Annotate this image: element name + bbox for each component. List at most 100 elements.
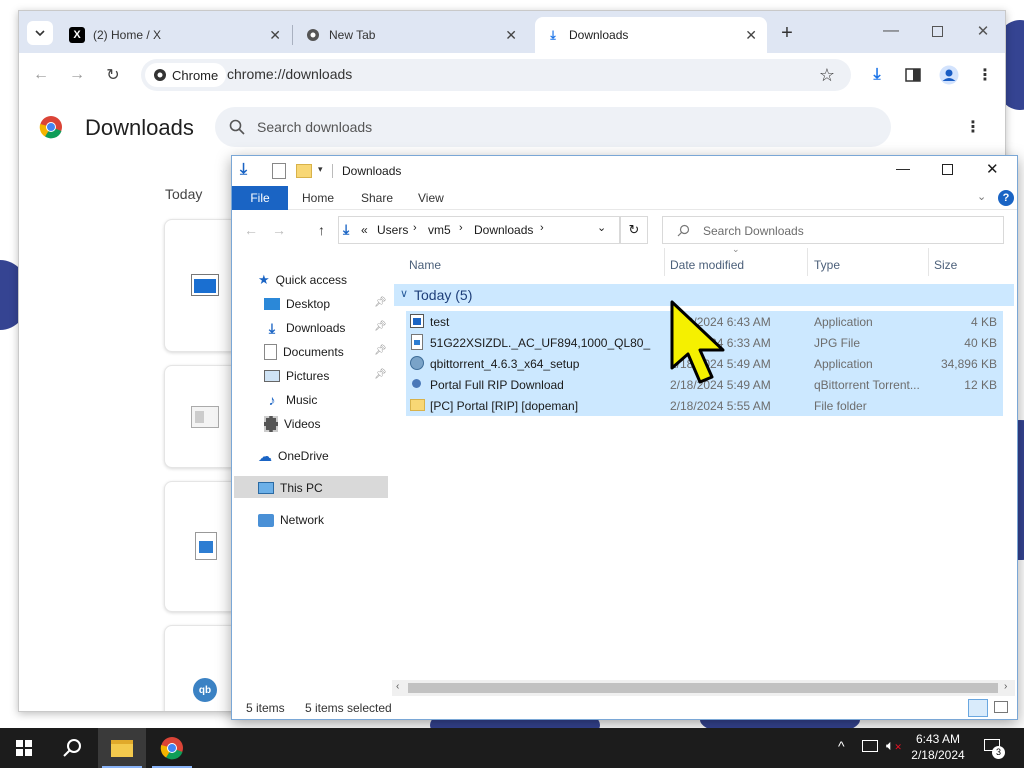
downloads-search-input[interactable]: Search downloads: [215, 107, 891, 147]
address-bar[interactable]: ⤓ « Users › vm5 › Downloads › ⌄: [338, 216, 620, 244]
profile-avatar-icon[interactable]: [937, 63, 961, 87]
ribbon-tab-share[interactable]: Share: [361, 186, 393, 210]
date-group-label: Today: [165, 186, 203, 202]
column-header-name[interactable]: Name: [409, 258, 441, 272]
tab-title: (2) Home / X: [93, 28, 162, 42]
windows-logo-icon: [16, 740, 32, 756]
tab-search-button[interactable]: [27, 21, 53, 45]
nav-item-desktop[interactable]: Desktop: [264, 293, 330, 315]
column-header-date[interactable]: Date modified: [670, 258, 744, 272]
taskbar-file-explorer[interactable]: [98, 728, 146, 768]
nav-quick-access[interactable]: ★ Quick access: [258, 269, 347, 291]
omnibox[interactable]: Chrome chrome://downloads ☆: [141, 59, 851, 91]
scrollbar-thumb[interactable]: [408, 683, 998, 693]
maximize-button[interactable]: [942, 164, 953, 175]
close-tab-icon[interactable]: ✕: [505, 27, 517, 44]
breadcrumb-vm5[interactable]: vm5: [428, 223, 451, 237]
side-panel-icon[interactable]: [901, 63, 925, 87]
clock-time: 6:43 AM: [915, 732, 961, 746]
maximize-button[interactable]: [925, 19, 949, 43]
up-button[interactable]: ↑: [318, 222, 325, 238]
nav-this-pc[interactable]: This PC: [258, 477, 323, 499]
network-status-icon[interactable]: [862, 740, 878, 752]
new-tab-button[interactable]: +: [775, 21, 799, 45]
ribbon-tab-view[interactable]: View: [418, 186, 444, 210]
nav-network[interactable]: Network: [258, 509, 324, 531]
chrome-logo-icon: [160, 737, 183, 760]
close-window-button[interactable]: ✕: [971, 19, 995, 43]
nav-label: Music: [286, 393, 318, 407]
horizontal-scrollbar[interactable]: ‹ ›: [392, 680, 1015, 696]
chrome-toolbar: ← → ↻ Chrome chrome://downloads ☆ ⤓ ⋮: [19, 53, 1005, 97]
bookmark-star-icon[interactable]: ☆: [815, 63, 839, 87]
details-view-button[interactable]: [968, 699, 988, 717]
tab-downloads[interactable]: ⤓ Downloads ✕: [535, 17, 767, 53]
tab-title: Downloads: [569, 28, 629, 42]
search-button[interactable]: [48, 728, 96, 768]
expand-ribbon-icon[interactable]: ⌄: [977, 190, 986, 203]
scroll-right-icon[interactable]: ›: [1004, 681, 1007, 692]
address-history-dropdown[interactable]: ⌄: [597, 221, 606, 234]
tab-strip: X (2) Home / X ✕ New Tab ✕ ⤓ Downloads ✕…: [19, 11, 1005, 53]
downloads-toolbar-icon[interactable]: ⤓: [865, 63, 889, 87]
nav-label: Pictures: [286, 369, 330, 383]
breadcrumb-overflow[interactable]: «: [361, 223, 368, 237]
close-window-button[interactable]: ✕: [986, 160, 999, 178]
nav-label: This PC: [280, 481, 323, 495]
file-name: Portal Full RIP Download: [430, 378, 564, 392]
nav-item-music[interactable]: ♪ Music: [264, 389, 318, 411]
properties-icon[interactable]: [272, 163, 286, 179]
nav-item-pictures[interactable]: Pictures: [264, 365, 329, 387]
site-chip[interactable]: Chrome: [145, 63, 227, 87]
group-label: Today (5): [414, 287, 473, 303]
clock-date: 2/18/2024: [911, 748, 965, 762]
downloads-more-icon[interactable]: ⋮: [961, 115, 985, 139]
taskbar-chrome[interactable]: [148, 728, 196, 768]
start-button[interactable]: [0, 728, 48, 768]
large-icons-view-button[interactable]: [994, 701, 1008, 713]
tab-new-tab[interactable]: New Tab ✕: [295, 17, 527, 53]
breadcrumb-downloads[interactable]: Downloads: [474, 223, 533, 237]
chevron-down-icon: [35, 30, 45, 37]
music-icon: ♪: [268, 392, 276, 408]
ribbon-tab-file[interactable]: File: [232, 186, 288, 210]
close-tab-icon[interactable]: ✕: [745, 27, 757, 44]
minimize-button[interactable]: —: [879, 19, 903, 43]
breadcrumb-users[interactable]: Users: [377, 223, 408, 237]
torrent-file-icon: [412, 379, 421, 388]
notification-center-button[interactable]: 3: [982, 736, 1006, 759]
nav-item-videos[interactable]: Videos: [264, 413, 320, 435]
reload-button[interactable]: ↻: [101, 63, 125, 87]
clock[interactable]: 6:43 AM 2/18/2024: [908, 731, 968, 763]
show-hidden-icons-button[interactable]: ^: [838, 738, 845, 754]
tab-x-home[interactable]: X (2) Home / X ✕: [59, 17, 291, 53]
qbittorrent-icon: qb: [193, 678, 217, 702]
close-tab-icon[interactable]: ✕: [269, 27, 281, 44]
scroll-left-icon[interactable]: ‹: [396, 681, 399, 692]
nav-onedrive[interactable]: ☁ OneDrive: [258, 445, 329, 467]
help-icon[interactable]: ?: [998, 190, 1014, 206]
back-button[interactable]: ←: [29, 63, 53, 87]
url-text: chrome://downloads: [227, 66, 353, 82]
qat-dropdown-icon[interactable]: ▾: [318, 164, 323, 175]
back-button[interactable]: ←: [244, 222, 258, 238]
search-icon: [229, 119, 245, 135]
explorer-search-input[interactable]: Search Downloads: [662, 216, 1004, 244]
refresh-button[interactable]: ↻: [620, 216, 648, 244]
volume-muted-icon[interactable]: 🔈︎✕: [886, 737, 902, 754]
chrome-menu-icon[interactable]: ⋮: [973, 63, 997, 87]
nav-item-documents[interactable]: Documents: [264, 341, 344, 363]
page-title: Downloads: [85, 115, 194, 140]
notification-badge: 3: [992, 746, 1005, 759]
column-header-type[interactable]: Type: [814, 258, 840, 272]
file-type: Application: [814, 315, 873, 329]
forward-button[interactable]: →: [65, 63, 89, 87]
minimize-button[interactable]: —: [896, 160, 910, 176]
forward-button[interactable]: →: [272, 222, 286, 238]
nav-item-downloads[interactable]: ⤓ Downloads: [264, 317, 345, 339]
new-folder-icon[interactable]: [296, 164, 312, 178]
column-header-size[interactable]: Size: [934, 258, 957, 272]
ribbon-tab-home[interactable]: Home: [302, 186, 334, 210]
table-row[interactable]: [PC] Portal [RIP] [dopeman] 2/18/2024 5:…: [406, 395, 1003, 416]
file-size: 40 KB: [964, 336, 997, 350]
